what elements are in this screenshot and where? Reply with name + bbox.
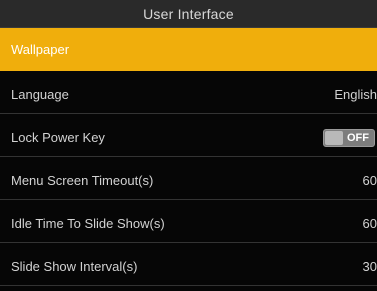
- menu-item-label: Language: [11, 87, 69, 102]
- menu-screen-timeout-value: 60: [362, 173, 377, 188]
- menu-item-idle-time-to-slide-show[interactable]: Idle Time To Slide Show(s) 60: [0, 205, 377, 243]
- settings-menu: Wallpaper Language English Lock Power Ke…: [0, 28, 377, 291]
- menu-item-wallpaper[interactable]: Wallpaper: [0, 28, 377, 71]
- menu-item-label: Menu Screen Timeout(s): [11, 173, 154, 188]
- device-screen: User Interface Wallpaper Language Englis…: [0, 0, 377, 291]
- menu-item-label: Wallpaper: [11, 42, 70, 57]
- idle-time-value: 60: [362, 216, 377, 231]
- menu-item-label: Slide Show Interval(s): [11, 259, 138, 274]
- menu-item-menu-screen-timeout[interactable]: Menu Screen Timeout(s) 60: [0, 162, 377, 200]
- language-value: English: [334, 87, 377, 102]
- slide-show-interval-value: 30: [362, 259, 377, 274]
- lock-power-key-toggle[interactable]: OFF: [323, 128, 375, 147]
- screen-title: User Interface: [0, 0, 377, 28]
- menu-item-label: Idle Time To Slide Show(s): [11, 216, 165, 231]
- menu-item-language[interactable]: Language English: [0, 76, 377, 114]
- menu-item-slide-show-interval[interactable]: Slide Show Interval(s) 30: [0, 248, 377, 286]
- toggle-state-label: OFF: [347, 131, 369, 144]
- toggle-knob: [325, 130, 343, 145]
- menu-item-lock-power-key[interactable]: Lock Power Key OFF: [0, 119, 377, 157]
